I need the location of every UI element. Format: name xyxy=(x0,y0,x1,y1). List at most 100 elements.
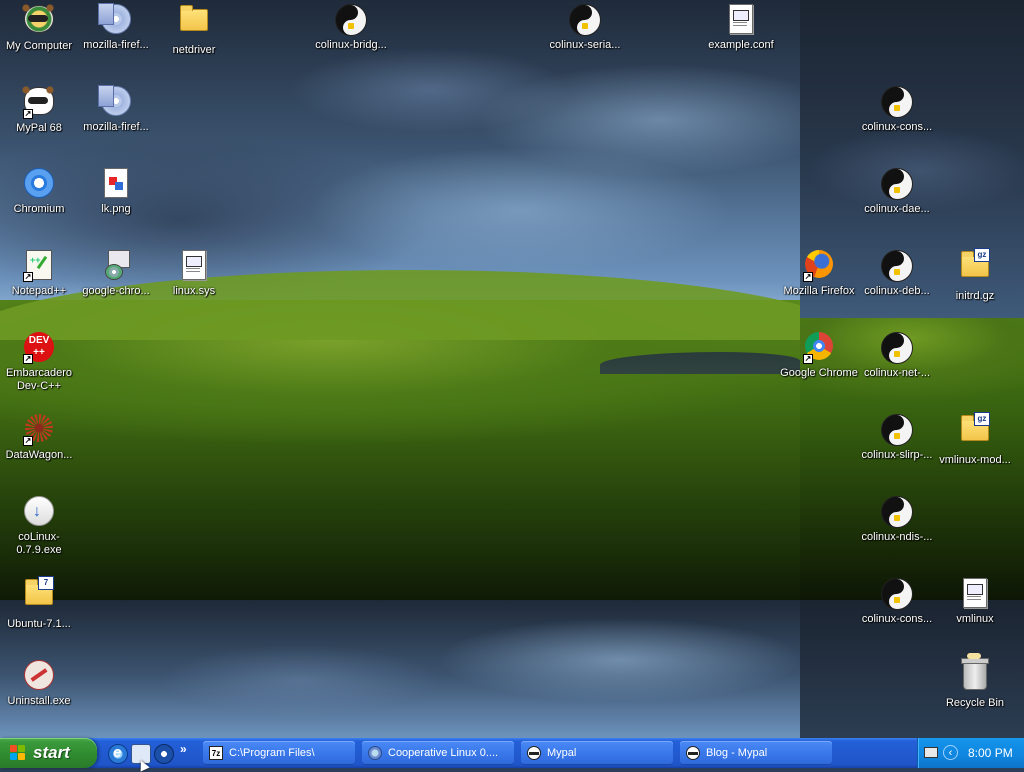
desktop-icon-colinux-installer[interactable]: coLinux-0.7.9.exe xyxy=(0,494,78,557)
desktop-icon-mypal-68[interactable]: ↗ MyPal 68 xyxy=(0,84,78,135)
datawagon-icon: ↗ xyxy=(23,414,55,446)
desktop-icon-label: colinux-slirp-... xyxy=(861,449,933,461)
taskbar-button-label: Blog - Mypal xyxy=(706,747,768,759)
desktop-icon-uninstall-exe[interactable]: Uninstall.exe xyxy=(0,658,78,708)
7z-archive-badge: 7 xyxy=(38,576,54,590)
desktop-icon-colinux-serial[interactable]: colinux-seria... xyxy=(546,2,624,52)
desktop-icon-label: example.conf xyxy=(708,39,774,51)
colinux-yin-yang-icon xyxy=(881,168,913,200)
taskbar-button-label: C:\Program Files\ xyxy=(229,747,315,759)
desktop-icon-vmlinux[interactable]: vmlinux xyxy=(936,576,1014,626)
image-file-icon xyxy=(100,168,132,200)
installer-cd-icon xyxy=(98,3,132,36)
desktop-icon-label: Recycle Bin xyxy=(945,697,1005,709)
desktop-icon-chromium[interactable]: Chromium xyxy=(0,166,78,216)
desktop-icon-notepad-plus-plus[interactable]: ↗ Notepad++ xyxy=(0,248,78,298)
desktop-icon-my-computer[interactable]: My Computer xyxy=(0,2,78,53)
shortcut-arrow-icon: ↗ xyxy=(23,272,33,282)
desktop-icon-colinux-debug[interactable]: colinux-deb... xyxy=(858,248,936,298)
desktop-icon-colinux-console-2[interactable]: colinux-cons... xyxy=(858,576,936,626)
desktop-icon-label: colinux-deb... xyxy=(864,285,930,297)
quick-launch-more-button[interactable]: » xyxy=(180,742,187,756)
shortcut-arrow-icon: ↗ xyxy=(803,272,813,282)
taskbar-button-label: Cooperative Linux 0.... xyxy=(388,747,499,759)
start-label: start xyxy=(33,743,70,762)
desktop-icon-datawagon[interactable]: ↗ DataWagon... xyxy=(0,412,78,462)
desktop-icon-google-chrome-installer[interactable]: google-chro... xyxy=(77,248,155,298)
shortcut-arrow-icon: ↗ xyxy=(23,109,33,119)
gz-archive-badge: gz xyxy=(974,412,990,426)
internet-explorer-icon[interactable] xyxy=(108,744,128,764)
desktop-icon-colinux-console-1[interactable]: colinux-cons... xyxy=(858,84,936,134)
desktop-icon-label: My Computer xyxy=(5,40,73,52)
chevron-left-icon[interactable]: ‹ xyxy=(943,745,958,760)
desktop-icon-label: Ubuntu-7.1... xyxy=(7,618,71,630)
start-button[interactable]: start xyxy=(0,738,97,768)
desktop-icon-label: DataWagon... xyxy=(5,449,73,461)
desktop-icon-colinux-net[interactable]: colinux-net-... xyxy=(858,330,936,380)
installer-cd-icon xyxy=(98,85,132,118)
desktop-icon-example-conf[interactable]: example.conf xyxy=(702,2,780,52)
desktop-icon-colinux-slirp[interactable]: colinux-slirp-... xyxy=(858,412,936,462)
desktop-icon-label: colinux-net-... xyxy=(863,367,931,379)
desktop-icon-mozilla-firefox-shortcut[interactable]: ↗ Mozilla Firefox xyxy=(780,248,858,298)
taskbar-button-mypal[interactable]: Mypal xyxy=(521,741,673,765)
quick-launch: » xyxy=(104,742,194,764)
shortcut-arrow-icon: ↗ xyxy=(23,436,33,446)
taskbar-button-label: Mypal xyxy=(547,747,577,759)
desktop-icon-label: vmlinux-mod... xyxy=(939,454,1011,466)
desktop-icon-colinux-bridge[interactable]: colinux-bridg... xyxy=(312,2,390,52)
colinux-yin-yang-icon xyxy=(881,496,913,528)
taskbar-button-program-files[interactable]: 7z C:\Program Files\ xyxy=(203,741,355,765)
desktop-icon-label: Chromium xyxy=(13,203,65,215)
7z-archive-icon: 7 xyxy=(23,576,55,615)
media-player-icon[interactable] xyxy=(154,744,174,764)
desktop-icon-netdriver[interactable]: netdriver xyxy=(155,2,233,57)
chrome-icon: ↗ xyxy=(803,332,835,364)
desktop-icon-label: linux.sys xyxy=(172,285,216,297)
clock[interactable]: 8:00 PM xyxy=(968,746,1013,760)
taskbar-button-cooperative-linux[interactable]: Cooperative Linux 0.... xyxy=(362,741,514,765)
desktop-icon-linux-sys[interactable]: linux.sys xyxy=(155,248,233,298)
system-tray: ‹ 8:00 PM xyxy=(917,738,1024,768)
gz-archive-icon: gz xyxy=(959,248,991,287)
desktop-icon-colinux-ndis[interactable]: colinux-ndis-... xyxy=(858,494,936,544)
mypal-raccoon-icon: ↗ xyxy=(22,86,55,119)
desktop-icon-label: Uninstall.exe xyxy=(7,695,71,707)
keyboard-icon[interactable] xyxy=(924,747,938,758)
colinux-yin-yang-icon xyxy=(881,250,913,282)
desktop-icon-label: google-chro... xyxy=(82,285,150,297)
desktop-icon-google-chrome-shortcut[interactable]: ↗ Google Chrome xyxy=(780,330,858,380)
desktop-icon-lk-png[interactable]: lk.png xyxy=(77,166,155,216)
desktop-icon-label: vmlinux xyxy=(956,613,994,625)
desktop-icon-label: colinux-cons... xyxy=(861,613,933,625)
desktop-icon-label: Google Chrome xyxy=(780,367,858,379)
system-file-icon xyxy=(178,250,210,282)
wallpaper-hill xyxy=(0,270,860,600)
desktop-icon-mozilla-firefox-2[interactable]: mozilla-firef... xyxy=(77,84,155,134)
desktop-icon-embarcadero-dev-cpp[interactable]: DEV ++ ↗ Embarcadero Dev-C++ xyxy=(0,330,78,393)
my-computer-icon xyxy=(22,4,55,37)
desktop-icon-vmlinux-modules[interactable]: gz vmlinux-mod... xyxy=(936,412,1014,467)
desktop-icon-mozilla-firefox-1[interactable]: mozilla-firef... xyxy=(77,2,155,52)
dev-cpp-icon: DEV ++ ↗ xyxy=(23,332,55,364)
config-file-icon xyxy=(725,4,757,36)
desktop-icon-label: mozilla-firef... xyxy=(83,121,149,133)
windows-flag-icon xyxy=(10,745,26,761)
desktop-icon-recycle-bin[interactable]: Recycle Bin xyxy=(936,653,1014,710)
desktop-icon-colinux-daemon[interactable]: colinux-dae... xyxy=(858,166,936,216)
desktop-icon-ubuntu-7z[interactable]: 7 Ubuntu-7.1... xyxy=(0,576,78,631)
colinux-yin-yang-icon xyxy=(335,4,367,36)
desktop-icon-label: initrd.gz xyxy=(955,290,995,302)
gz-archive-icon: gz xyxy=(959,412,991,451)
desktop-icon-label: Mozilla Firefox xyxy=(783,285,855,297)
chromium-icon xyxy=(23,168,55,200)
taskbar: start » 7z C:\Program Files\ Cooperative… xyxy=(0,738,1024,768)
system-file-icon xyxy=(959,578,991,610)
desktop-icon-label: colinux-seria... xyxy=(549,39,621,51)
desktop-icon-label: colinux-bridg... xyxy=(315,39,387,51)
taskbar-button-blog-mypal[interactable]: Blog - Mypal xyxy=(680,741,832,765)
desktop-icon-label: colinux-dae... xyxy=(864,203,930,215)
colinux-yin-yang-icon xyxy=(881,86,913,118)
desktop-icon-initrd-gz[interactable]: gz initrd.gz xyxy=(936,248,1014,303)
